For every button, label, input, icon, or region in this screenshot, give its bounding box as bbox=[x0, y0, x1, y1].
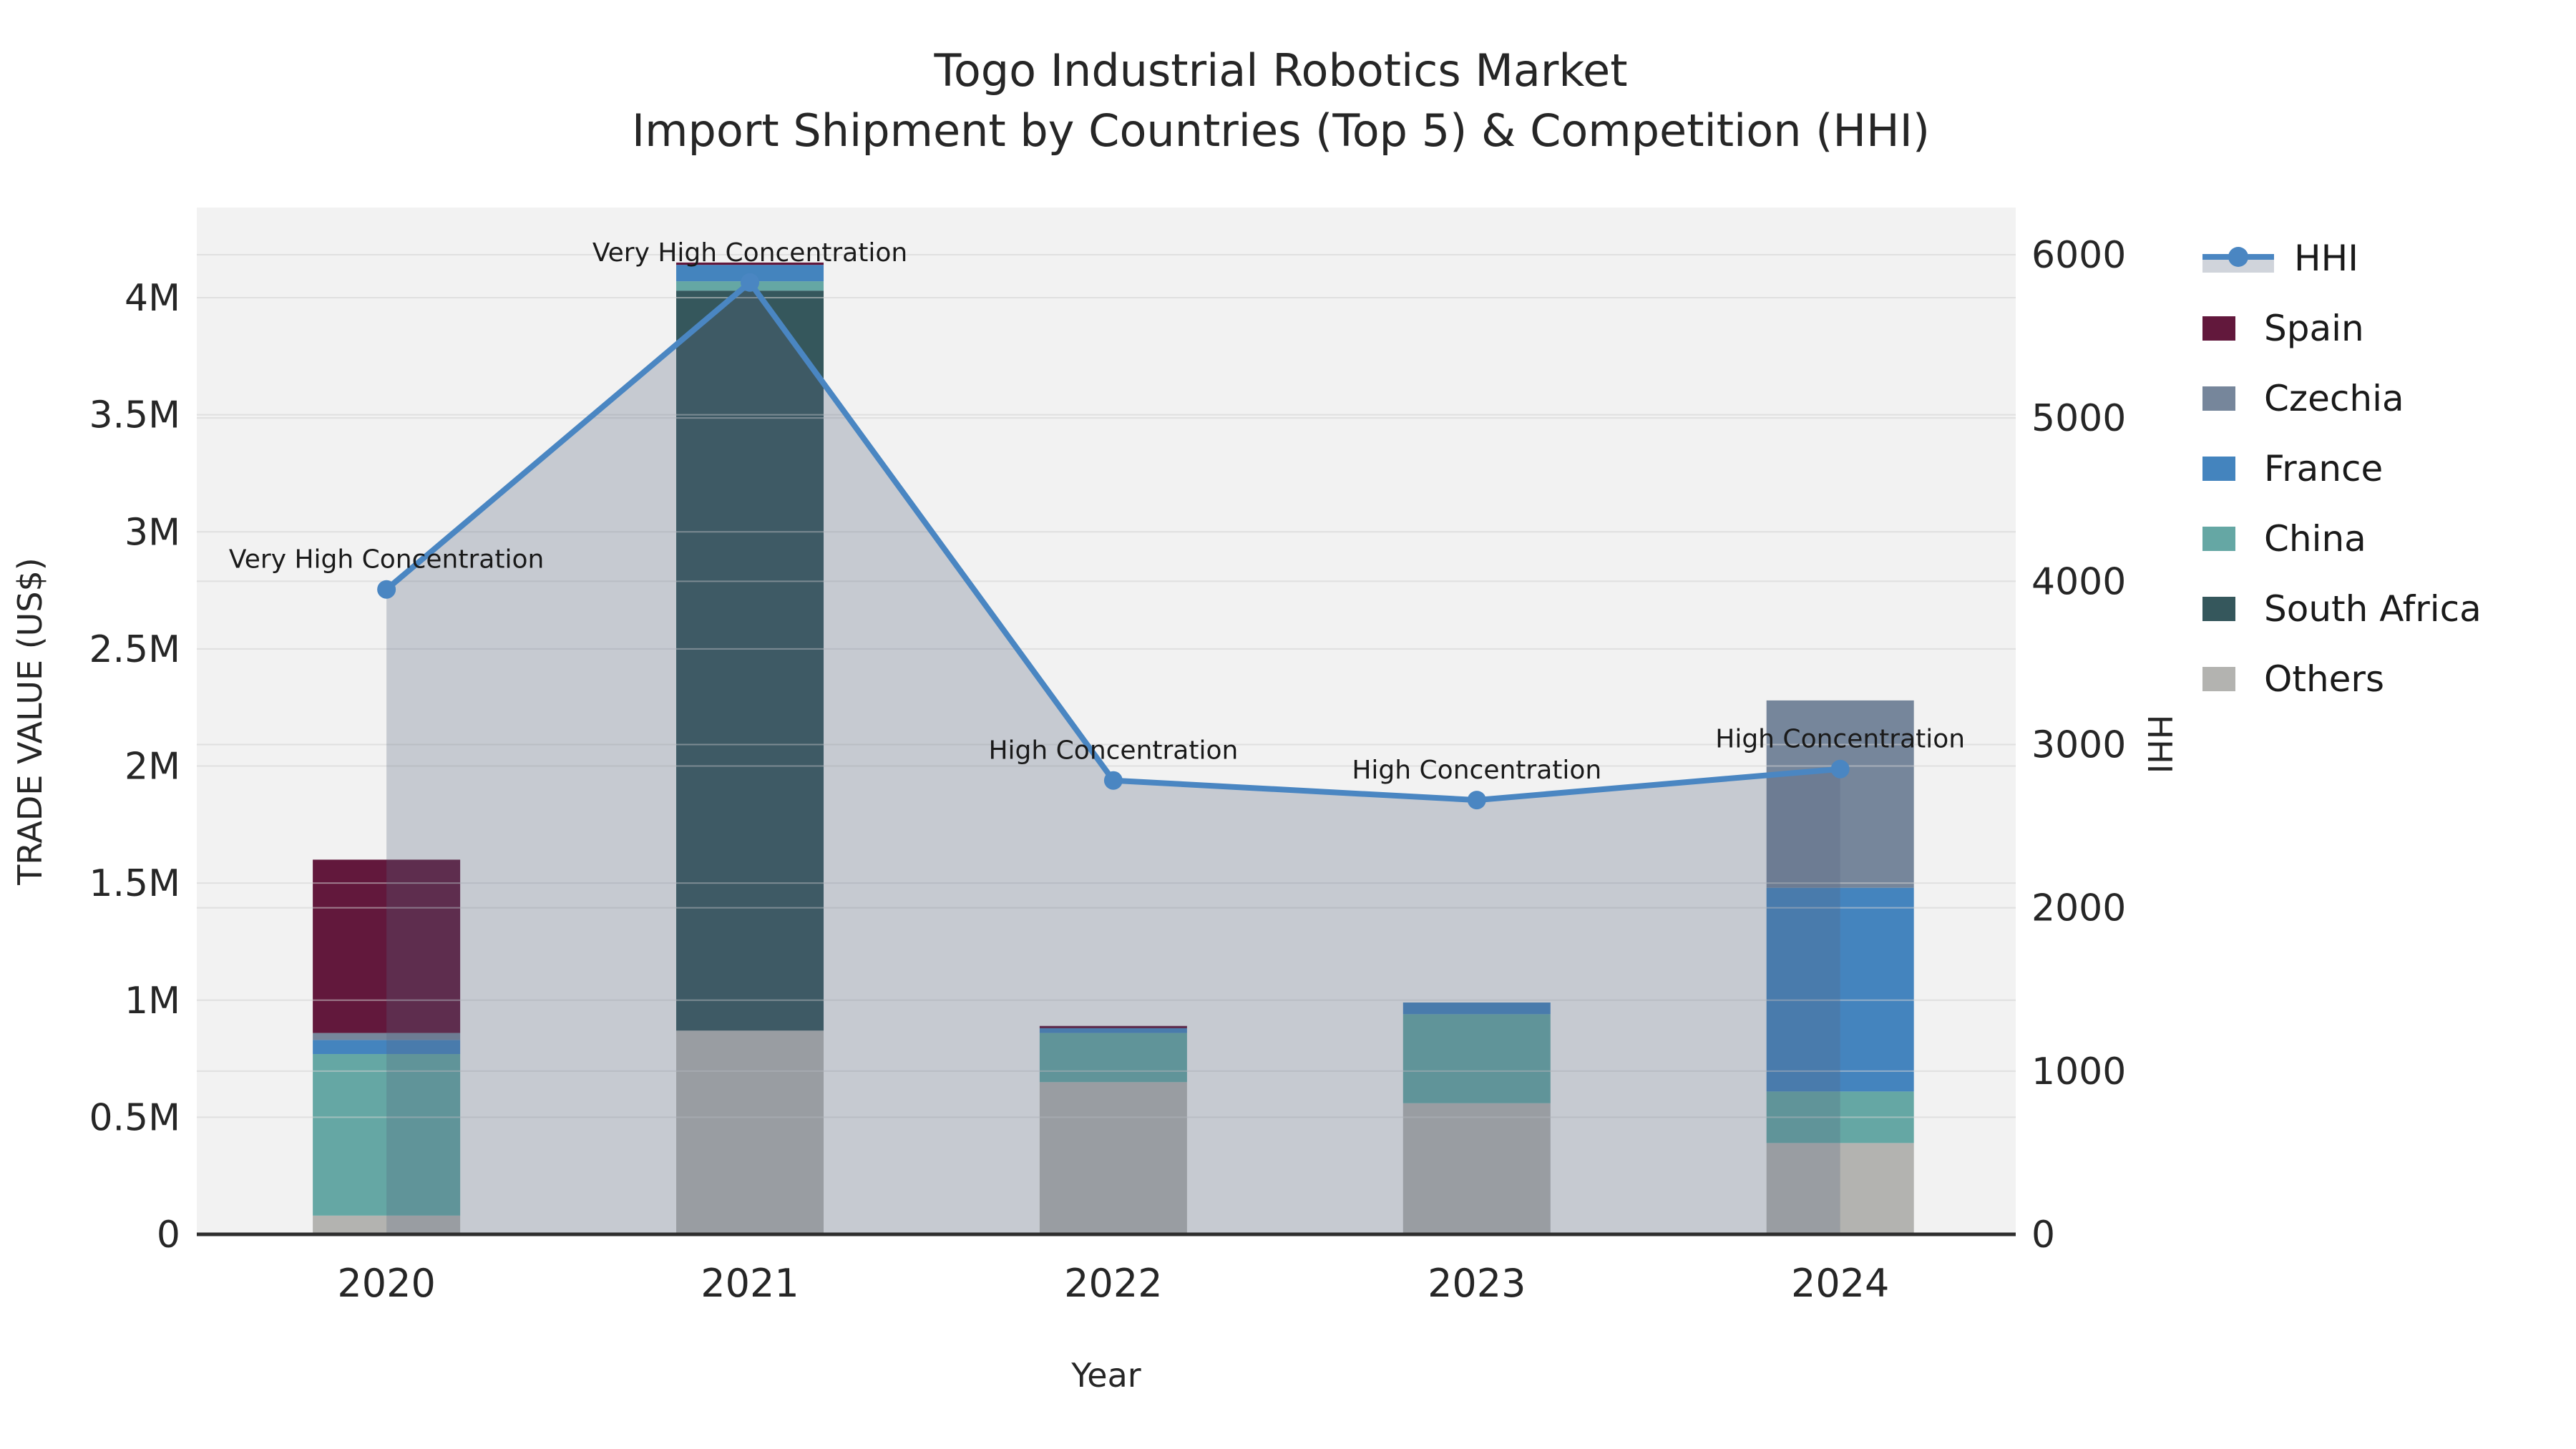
x-axis-title: Year bbox=[1070, 1356, 1141, 1395]
y-left-tick-2M: 2M bbox=[125, 746, 180, 789]
y-right-tick-4000: 4000 bbox=[2031, 560, 2126, 603]
legend-swatch-france bbox=[2202, 457, 2235, 481]
figure: Very High Concentration Very High Concent… bbox=[0, 0, 2576, 1449]
annotation-2021: Very High Concentration bbox=[592, 238, 907, 268]
hhi-marker-2023 bbox=[1467, 791, 1486, 810]
y-right-tick-2000: 2000 bbox=[2031, 887, 2126, 930]
y-axis-left-title: TRADE VALUE (US$) bbox=[11, 557, 49, 885]
legend-item-others: Others bbox=[2202, 644, 2482, 714]
x-tick-2024: 2024 bbox=[1791, 1261, 1889, 1306]
y-left-tick-4M: 4M bbox=[125, 277, 180, 320]
legend-item-spain: Spain bbox=[2202, 293, 2482, 364]
x-tick-2023: 2023 bbox=[1428, 1261, 1526, 1306]
hhi-marker-2022 bbox=[1103, 771, 1123, 790]
annotation-2020: Very High Concentration bbox=[229, 545, 544, 575]
legend-item-czechia: Czechia bbox=[2202, 364, 2482, 434]
legend-swatch-czechia bbox=[2202, 386, 2235, 411]
y-left-tick-0: 0 bbox=[157, 1214, 180, 1257]
y-left-tick-1.5M: 1.5M bbox=[89, 862, 180, 905]
legend-swatch-china bbox=[2202, 527, 2235, 551]
y-right-tick-0: 0 bbox=[2031, 1214, 2055, 1257]
legend-label: Others bbox=[2264, 658, 2385, 700]
chart-title-line1: Togo Industrial Robotics Market bbox=[933, 44, 1627, 97]
legend-swatch-spain bbox=[2202, 316, 2235, 341]
legend-label: France bbox=[2264, 448, 2384, 489]
legend-label: HHI bbox=[2294, 238, 2358, 279]
legend-swatch-south-africa bbox=[2202, 597, 2235, 621]
hhi-marker-2024 bbox=[1830, 759, 1850, 779]
y-right-tick-1000: 1000 bbox=[2031, 1050, 2126, 1093]
hhi-marker-2021 bbox=[741, 273, 760, 292]
legend-label: South Africa bbox=[2264, 588, 2482, 630]
annotation-2024: High Concentration bbox=[1715, 725, 1965, 754]
legend-item-france: France bbox=[2202, 434, 2482, 504]
y-left-tick-3.5M: 3.5M bbox=[89, 394, 180, 437]
legend-swatch-others bbox=[2202, 667, 2235, 691]
legend-label: Spain bbox=[2264, 308, 2364, 349]
legend-item-south-africa: South Africa bbox=[2202, 574, 2482, 644]
x-tick-2021: 2021 bbox=[701, 1261, 799, 1306]
legend-item-china: China bbox=[2202, 504, 2482, 574]
x-tick-2022: 2022 bbox=[1064, 1261, 1162, 1306]
y-left-tick-3M: 3M bbox=[125, 511, 180, 554]
legend-hhi-dot bbox=[2228, 247, 2248, 267]
chart-canvas: Very High Concentration Very High Concent… bbox=[0, 0, 2576, 1449]
legend-label: Czechia bbox=[2264, 378, 2404, 419]
annotation-2023: High Concentration bbox=[1352, 756, 1601, 785]
y-left-tick-2.5M: 2.5M bbox=[89, 628, 180, 671]
legend-label: China bbox=[2264, 518, 2366, 560]
x-tick-2020: 2020 bbox=[337, 1261, 435, 1306]
y-right-tick-5000: 5000 bbox=[2031, 397, 2126, 440]
legend-hhi-line-icon bbox=[2202, 244, 2274, 273]
chart-title-line2: Import Shipment by Countries (Top 5) & C… bbox=[632, 104, 1930, 157]
y-left-tick-1M: 1M bbox=[125, 980, 180, 1023]
hhi-marker-2020 bbox=[377, 580, 396, 599]
y-right-tick-6000: 6000 bbox=[2031, 234, 2126, 277]
annotation-2022: High Concentration bbox=[988, 736, 1238, 766]
y-left-tick-0.5M: 0.5M bbox=[89, 1096, 180, 1139]
y-right-tick-3000: 3000 bbox=[2031, 724, 2126, 767]
legend: HHI Spain Czechia France China South Africa Ot… bbox=[2202, 223, 2482, 714]
y-axis-right-title: HHI bbox=[2140, 715, 2179, 774]
legend-item-hhi: HHI bbox=[2202, 223, 2482, 293]
